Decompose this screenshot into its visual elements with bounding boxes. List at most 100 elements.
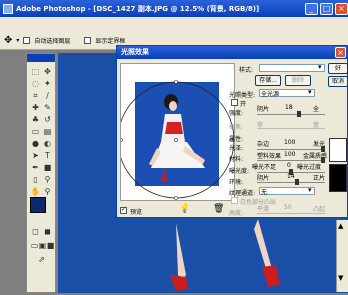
lighting-effects-dialog: 光照效果 × ✓ 预览 💡 🗑 样式: ▾ 好 存储... 删除 取消 光照类型… (116, 45, 348, 218)
window-titlebar: Adobe Photoshop - [DSC_1427 副本.JPG @ 12.… (0, 0, 348, 17)
healing-brush-icon[interactable]: ✚ (30, 102, 41, 113)
shape-tool-icon[interactable]: ■ (42, 162, 53, 173)
properties-label: 属性: (229, 136, 244, 143)
height-slider[interactable] (257, 213, 325, 214)
magic-wand-icon[interactable]: ✦ (42, 78, 53, 89)
preview-label: 预览 (130, 209, 143, 216)
save-button[interactable]: 存储... (255, 75, 281, 86)
quick-mask-mode-icon[interactable]: ◼ (42, 226, 53, 237)
light-color-swatch[interactable] (329, 138, 347, 162)
texture-channel-label: 纹理通道: (229, 190, 256, 197)
dialog-close-icon[interactable]: × (335, 47, 346, 58)
close-button[interactable]: × (335, 2, 348, 15)
gradient-tool-icon[interactable]: ▤ (42, 126, 53, 137)
preview-image (117, 80, 235, 200)
chevron-down-icon[interactable]: ▾ (308, 186, 312, 194)
material-value[interactable]: 100 (284, 151, 295, 158)
light-on-label: 开 (240, 101, 247, 108)
ambience-thumb[interactable] (295, 179, 299, 185)
path-selection-icon[interactable]: ➤ (30, 150, 41, 161)
ambience-right-label: 正片 (313, 175, 326, 182)
light-type-label: 光照类型: (229, 92, 256, 99)
delete-button[interactable]: 删除 (285, 75, 311, 86)
slice-tool-icon[interactable]: ∕ (42, 90, 53, 101)
auto-select-label: 自动选择图层 (34, 37, 71, 45)
lightbulb-icon[interactable]: 💡 (179, 204, 190, 214)
move-tool-icon[interactable]: ✥ (4, 35, 12, 46)
notes-tool-icon[interactable]: ▯ (30, 174, 41, 185)
height-value[interactable]: 50 (284, 204, 292, 211)
intensity-thumb[interactable] (297, 111, 301, 117)
dialog-title: 光照效果 (117, 46, 347, 59)
material-slider[interactable] (257, 157, 325, 163)
preview-area[interactable] (117, 63, 235, 201)
type-tool-icon[interactable]: T (42, 150, 53, 161)
maximize-button[interactable]: □ (320, 2, 333, 15)
ambience-slider[interactable] (257, 179, 325, 185)
chevron-down-icon[interactable]: ▾ (318, 63, 322, 71)
crop-tool-icon[interactable]: ⌗ (30, 90, 41, 101)
check-icon: ✓ (121, 206, 127, 213)
chevron-down-icon[interactable]: ▾ (16, 37, 19, 44)
scroll-down-arrow-icon[interactable]: ▼ (338, 274, 343, 282)
scroll-up-arrow-icon[interactable]: ▲ (338, 222, 343, 230)
foreground-color-swatch[interactable] (30, 197, 46, 213)
exposure-right-label: 曝光过度 (297, 164, 322, 171)
preview-checkbox[interactable]: ✓ (120, 206, 127, 214)
focus-label: 聚焦: (229, 124, 244, 131)
auto-select-checkbox[interactable] (23, 36, 31, 44)
intensity-left-label: 阴片 (257, 106, 270, 113)
texture-channel-select[interactable] (259, 187, 315, 195)
blur-tool-icon[interactable]: ● (30, 138, 41, 149)
gloss-label: 光泽: (229, 145, 244, 152)
show-bounds-checkbox[interactable] (84, 36, 92, 44)
chevron-down-icon[interactable]: ▾ (308, 88, 312, 96)
clone-stamp-icon[interactable]: ♣ (30, 114, 41, 125)
marquee-tool-icon[interactable]: ⬚ (30, 66, 41, 77)
hand-tool-icon[interactable]: ✋ (30, 186, 41, 197)
minimize-button[interactable]: _ (305, 2, 318, 15)
quick-mask-icon[interactable]: ◻ (30, 226, 41, 237)
pen-tool-icon[interactable]: ✒ (30, 162, 41, 173)
white-high-checkbox[interactable] (231, 197, 238, 204)
ambient-color-swatch[interactable] (329, 164, 347, 192)
window-title: Adobe Photoshop - [DSC_1427 副本.JPG @ 12.… (16, 4, 260, 13)
gloss-value[interactable]: 100 (284, 139, 295, 146)
height-left-label: 平滑 (257, 206, 270, 213)
exposure-left-label: 曝光不足 (252, 164, 277, 171)
zoom-tool-icon[interactable]: ⚲ (42, 186, 53, 197)
intensity-slider[interactable] (257, 111, 325, 117)
height-label: 高度: (229, 210, 244, 217)
eraser-tool-icon[interactable]: ▭ (30, 126, 41, 137)
texture-channel-value: 无 (261, 189, 268, 196)
material-thumb[interactable] (321, 157, 325, 163)
menu-bar (0, 17, 348, 31)
light-type-value: 全光源 (261, 91, 280, 98)
eyedropper-icon[interactable]: ⚲ (42, 174, 53, 185)
style-select[interactable] (259, 64, 325, 72)
toolbox: ⬚ ✥ ◌ ✦ ⌗ ∕ ✚ ✎ ♣ ↺ ▭ ▤ ● ◐ ➤ T ✒ ■ ▯ ⚲ … (26, 53, 56, 293)
show-bounds-label: 显示定界框 (95, 37, 126, 45)
intensity-label: 强度: (229, 110, 244, 117)
dodge-tool-icon[interactable]: ◐ (42, 138, 53, 149)
light-on-checkbox[interactable] (231, 99, 238, 106)
ok-button[interactable]: 好 (328, 63, 348, 74)
gloss-slider[interactable] (257, 146, 325, 152)
cancel-button[interactable]: 取消 (328, 76, 348, 87)
intensity-right-label: 全 (313, 106, 320, 113)
exposure-label: 曝光度: (229, 168, 250, 175)
lasso-tool-icon[interactable]: ◌ (30, 78, 41, 89)
brush-tool-icon[interactable]: ✎ (42, 102, 53, 113)
move-tool-icon[interactable]: ✥ (42, 66, 53, 77)
ambience-label: 环境: (229, 179, 244, 186)
exposure-value[interactable]: 0 (287, 162, 291, 169)
ambience-value[interactable]: 14 (287, 173, 295, 180)
focus-slider[interactable] (257, 128, 325, 129)
ambience-left-label: 阴片 (257, 175, 270, 182)
trash-icon[interactable]: 🗑 (213, 204, 224, 214)
history-brush-icon[interactable]: ↺ (42, 114, 53, 125)
screen-mode-black-icon[interactable]: ■ (45, 240, 56, 251)
intensity-value[interactable]: 18 (285, 104, 293, 111)
jump-to-imageready-icon[interactable]: ⇗ (36, 254, 47, 265)
style-label: 样式: (239, 67, 254, 74)
